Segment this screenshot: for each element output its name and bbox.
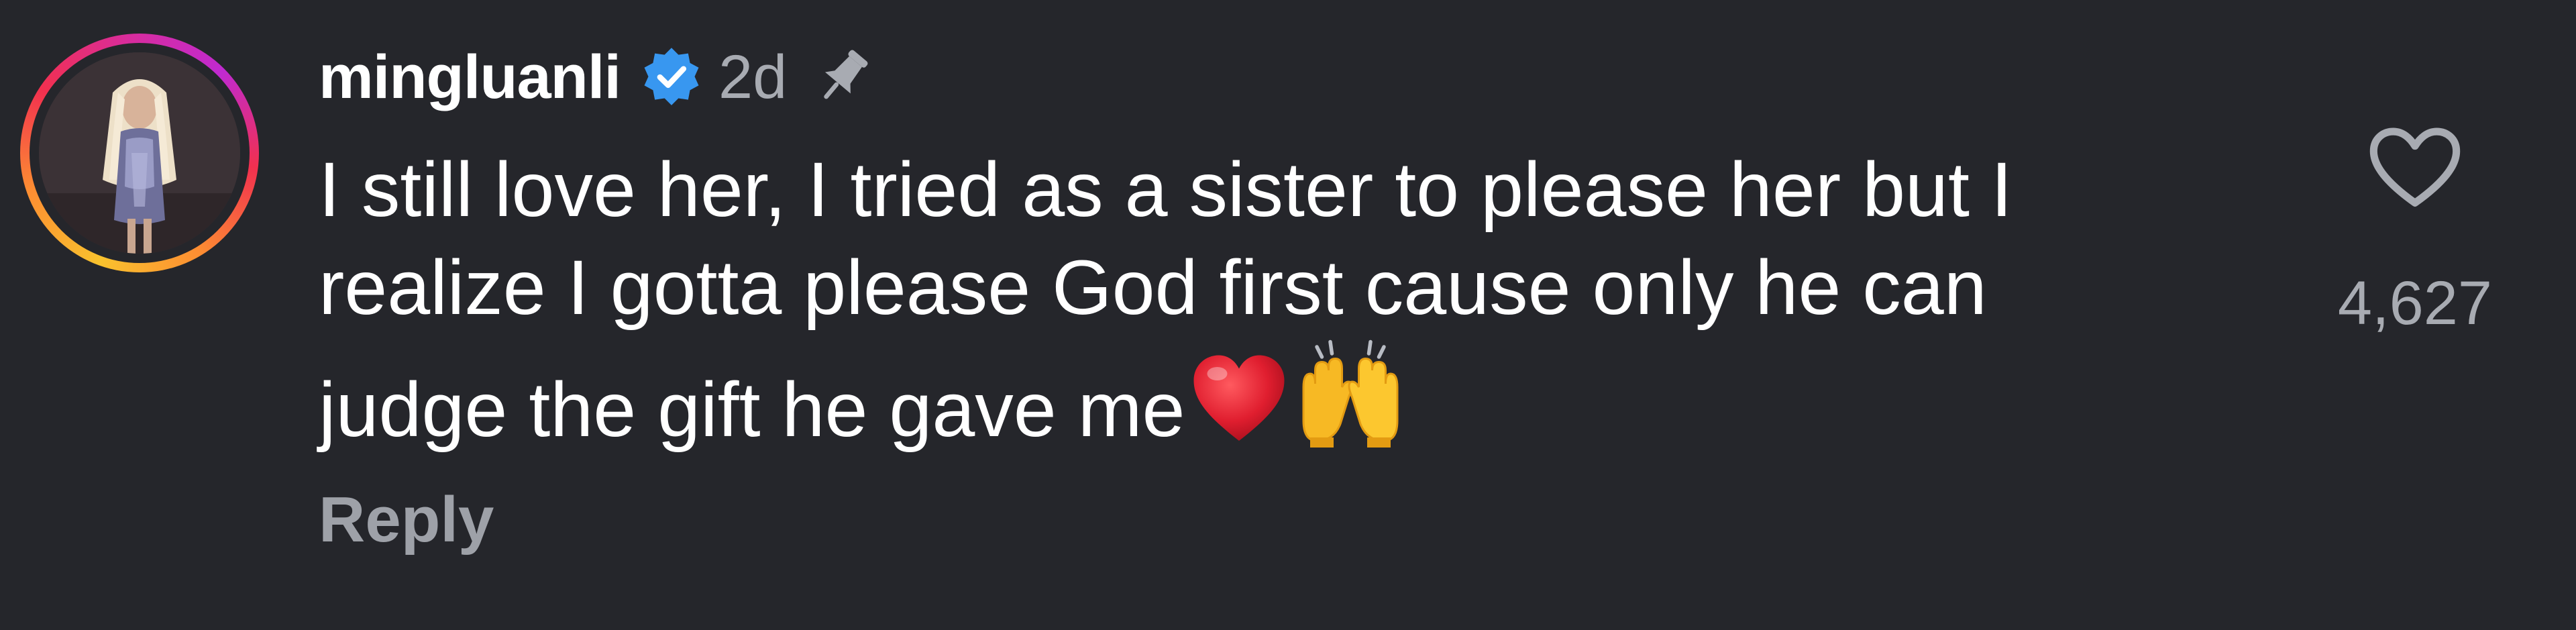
username[interactable]: mingluanli	[319, 42, 621, 113]
like-count: 4,627	[2337, 269, 2493, 337]
avatar-photo	[39, 52, 240, 254]
comment-time: 2d	[718, 42, 788, 111]
comment-text-line: I still love her, I tried as a sister to…	[319, 147, 2012, 233]
red-heart-emoji-icon	[1193, 355, 1285, 441]
heart-outline-icon	[2369, 127, 2461, 207]
comment: mingluanli 2d I still love her, I tried …	[0, 0, 2576, 630]
comment-text-line-last: judge the gift he gave me	[319, 337, 2251, 459]
avatar-story-ring[interactable]	[20, 34, 259, 272]
avatar-gap	[30, 43, 250, 263]
like-button[interactable]	[2348, 114, 2482, 221]
verified-badge-icon	[644, 48, 699, 105]
pin-icon	[824, 50, 868, 99]
raising-hands-emoji-icon	[1302, 339, 1399, 448]
comment-header: mingluanli 2d	[319, 40, 879, 114]
comment-text-line: judge the gift he gave me	[319, 367, 1185, 453]
comment-text: I still love her, I tried as a sister to…	[319, 141, 2251, 459]
reply-button[interactable]: Reply	[319, 483, 494, 557]
avatar[interactable]	[39, 52, 240, 254]
comment-text-line: realize I gotta please God first cause o…	[319, 245, 1987, 331]
